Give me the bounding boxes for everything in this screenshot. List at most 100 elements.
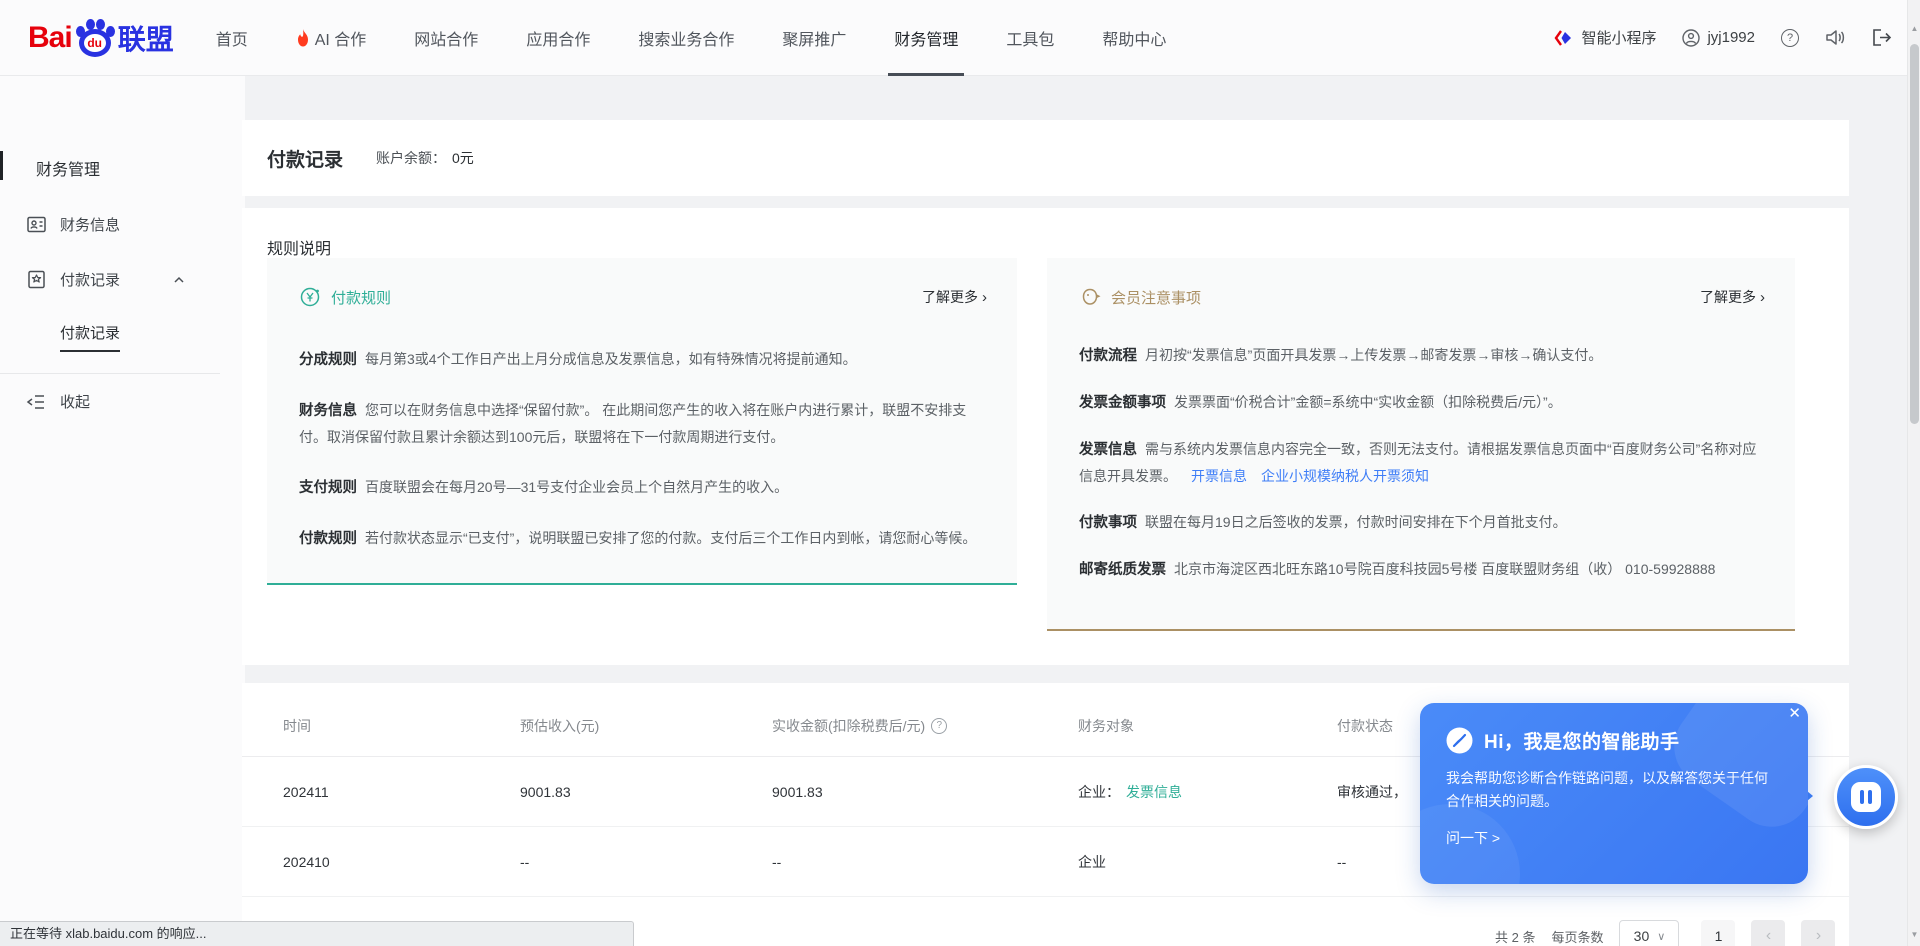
assistant-popup: Hi，我是您的智能助手 ✕ 我会帮助您诊断合作链路问题，以及解答您关于任何合作相… xyxy=(1420,703,1808,884)
sidebar-item-finance-info[interactable]: 财务信息 xyxy=(0,214,245,235)
chick-icon xyxy=(1079,286,1101,308)
assistant-title: Hi，我是您的智能助手 xyxy=(1484,727,1680,754)
per-page-select[interactable]: 30 ∨ xyxy=(1619,920,1679,946)
vertical-scrollbar[interactable]: ▲ ▼ xyxy=(1907,0,1920,946)
assistant-message: 我会帮助您诊断合作链路问题，以及解答您关于任何合作相关的问题。 xyxy=(1420,754,1808,813)
collapse-label: 收起 xyxy=(60,391,90,412)
cell-estimated: -- xyxy=(520,854,772,870)
navbar-right: 智能小程序 jyj1992 ? xyxy=(1554,27,1892,48)
assistant-app-icon xyxy=(1851,782,1881,812)
rules-section: 规则说明 付款规则 了解更多› 分成规则每月第3或4个工作日产出上月分成信息及发… xyxy=(242,208,1849,665)
miniprogram-entry[interactable]: 智能小程序 xyxy=(1554,27,1656,48)
nav-item-app[interactable]: 应用合作 xyxy=(526,0,590,76)
payment-rules-card: 付款规则 了解更多› 分成规则每月第3或4个工作日产出上月分成信息及发票信息，如… xyxy=(267,258,1017,585)
nav-item-website[interactable]: 网站合作 xyxy=(414,0,478,76)
payment-rules-title: 付款规则 xyxy=(331,287,391,308)
compass-icon xyxy=(1446,727,1473,754)
yen-circle-icon xyxy=(299,286,321,308)
col-finance-entity: 财务对象 xyxy=(1078,716,1337,736)
col-actual-amount: 实收金额(扣除税费后/元) ? xyxy=(772,716,1078,736)
nav-item-screen-promo[interactable]: 聚屏推广 xyxy=(782,0,846,76)
sidebar-item-payment-records[interactable]: 付款记录 xyxy=(0,269,245,290)
payment-records-icon xyxy=(26,269,47,290)
page-title: 付款记录 xyxy=(267,145,343,172)
prev-page-button[interactable]: ‹ xyxy=(1751,920,1785,946)
sidebar-divider xyxy=(0,373,220,374)
chevron-right-icon: › xyxy=(1760,289,1765,306)
next-page-button[interactable]: › xyxy=(1801,920,1835,946)
page-number-button[interactable]: 1 xyxy=(1701,920,1735,946)
baidu-union-logo[interactable]: Bai du 联盟 xyxy=(28,17,174,59)
nav-item-toolkit[interactable]: 工具包 xyxy=(1006,0,1054,76)
cell-time: 202411 xyxy=(283,784,520,800)
balance-label: 账户余额： xyxy=(376,150,446,166)
user-account[interactable]: jyj1992 xyxy=(1682,29,1755,47)
help-icon[interactable]: ? xyxy=(1781,29,1799,47)
payment-rules-body: 分成规则每月第3或4个工作日产出上月分成信息及发票信息，如有特殊情况将提前通知。… xyxy=(267,308,1017,552)
sidebar-collapse-button[interactable]: 收起 xyxy=(0,391,90,412)
rule-item: 邮寄纸质发票北京市海淀区西北旺东路10号院百度科技园5号楼 百度联盟财务组（收）… xyxy=(1079,556,1765,583)
flame-icon xyxy=(296,29,310,47)
logo-text-bai: Bai xyxy=(28,21,72,55)
rules-section-title: 规则说明 xyxy=(242,208,1849,259)
rule-item: 发票金额事项发票票面“价税合计”金额=系统中“实收金额（扣除税费后/元）”。 xyxy=(1079,389,1765,416)
sidebar: 财务管理 财务信息 付款记录 付款记录 收起 xyxy=(0,76,245,946)
rule-item: 付款事项联盟在每月19日之后签收的发票，付款时间安排在下个月首批支付。 xyxy=(1079,509,1765,536)
logo-text-union: 联盟 xyxy=(118,18,174,58)
nav-item-help-center[interactable]: 帮助中心 xyxy=(1102,0,1166,76)
member-notes-more-link[interactable]: 了解更多› xyxy=(1700,287,1765,307)
miniprogram-diamond-icon xyxy=(1554,28,1574,48)
account-balance: 账户余额： 0元 xyxy=(376,148,474,168)
sidebar-item-label: 付款记录 xyxy=(60,269,120,290)
column-help-icon[interactable]: ? xyxy=(931,718,947,734)
cell-entity: 企业： 发票信息 xyxy=(1078,782,1337,802)
chevron-down-icon: ∨ xyxy=(1657,930,1665,943)
col-time: 时间 xyxy=(283,716,520,736)
cell-estimated: 9001.83 xyxy=(520,784,772,800)
nav-item-home[interactable]: 首页 xyxy=(216,0,248,76)
rule-item: 发票信息需与系统内发票信息内容完全一致，否则无法支付。请根据发票信息页面中“百度… xyxy=(1079,436,1765,489)
invoice-info-row-link[interactable]: 发票信息 xyxy=(1126,782,1182,802)
pagination: 共 2 条 每页条数 30 ∨ 1 ‹ › xyxy=(1495,920,1835,946)
finance-info-icon xyxy=(26,214,47,235)
sidebar-subitem-payment-records[interactable]: 付款记录 xyxy=(60,322,245,352)
balance-value: 0元 xyxy=(452,150,474,166)
rule-item: 财务信息您可以在财务信息中选择“保留付款”。 在此期间您产生的收入将在账户内进行… xyxy=(299,397,987,450)
total-count: 共 2 条 xyxy=(1495,927,1535,946)
top-navbar: Bai du 联盟 首页 AI 合作 网站合作 应用合作 搜索业务合作 聚屏推广… xyxy=(0,0,1920,76)
user-icon xyxy=(1682,29,1700,47)
nav-item-finance[interactable]: 财务管理 xyxy=(894,0,958,76)
logo-text-du: du xyxy=(79,29,111,57)
nav-item-search-biz[interactable]: 搜索业务合作 xyxy=(638,0,734,76)
rule-item: 付款规则若付款状态显示“已支付”，说明联盟已安排了您的付款。支付后三个工作日内到… xyxy=(299,525,987,552)
cell-actual: 9001.83 xyxy=(772,784,1078,800)
sidebar-subitem-label: 付款记录 xyxy=(60,322,120,352)
scroll-down-arrow[interactable]: ▼ xyxy=(1908,930,1920,939)
member-notes-body: 付款流程月初按“发票信息”页面开具发票→上传发票→邮寄发票→审核→确认支付。 发… xyxy=(1047,308,1795,583)
invoice-info-link[interactable]: 开票信息 xyxy=(1191,468,1247,484)
scrollbar-thumb[interactable] xyxy=(1910,44,1919,424)
nav-item-ai[interactable]: AI 合作 xyxy=(296,0,367,76)
chevron-right-icon: › xyxy=(982,289,987,306)
scroll-up-arrow[interactable]: ▲ xyxy=(1908,24,1920,33)
cell-entity: 企业 xyxy=(1078,852,1337,872)
logout-icon[interactable] xyxy=(1872,28,1892,47)
small-taxpayer-notice-link[interactable]: 企业小规模纳税人开票须知 xyxy=(1261,468,1429,484)
assistant-float-button[interactable] xyxy=(1834,765,1898,829)
per-page-label: 每页条数 xyxy=(1551,927,1603,946)
page-header-card: 付款记录 账户余额： 0元 xyxy=(242,120,1849,196)
chevron-up-icon xyxy=(173,274,185,286)
announcement-speaker-icon[interactable] xyxy=(1825,28,1846,47)
cell-actual: -- xyxy=(772,854,1078,870)
baidu-paw-icon: du xyxy=(74,17,116,59)
col-estimated-income: 预估收入(元) xyxy=(520,716,772,736)
sidebar-item-label: 财务信息 xyxy=(60,214,120,235)
close-icon[interactable]: ✕ xyxy=(1782,704,1807,722)
sidebar-title-finance: 财务管理 xyxy=(36,156,245,180)
collapse-icon xyxy=(26,392,46,412)
ask-now-link[interactable]: 问一下 > xyxy=(1420,813,1808,848)
member-notes-card: 会员注意事项 了解更多› 付款流程月初按“发票信息”页面开具发票→上传发票→邮寄… xyxy=(1047,258,1795,631)
payment-rules-more-link[interactable]: 了解更多› xyxy=(922,287,987,307)
rule-item: 付款流程月初按“发票信息”页面开具发票→上传发票→邮寄发票→审核→确认支付。 xyxy=(1079,342,1765,369)
browser-status-bar: 正在等待 xlab.baidu.com 的响应... xyxy=(0,921,634,946)
